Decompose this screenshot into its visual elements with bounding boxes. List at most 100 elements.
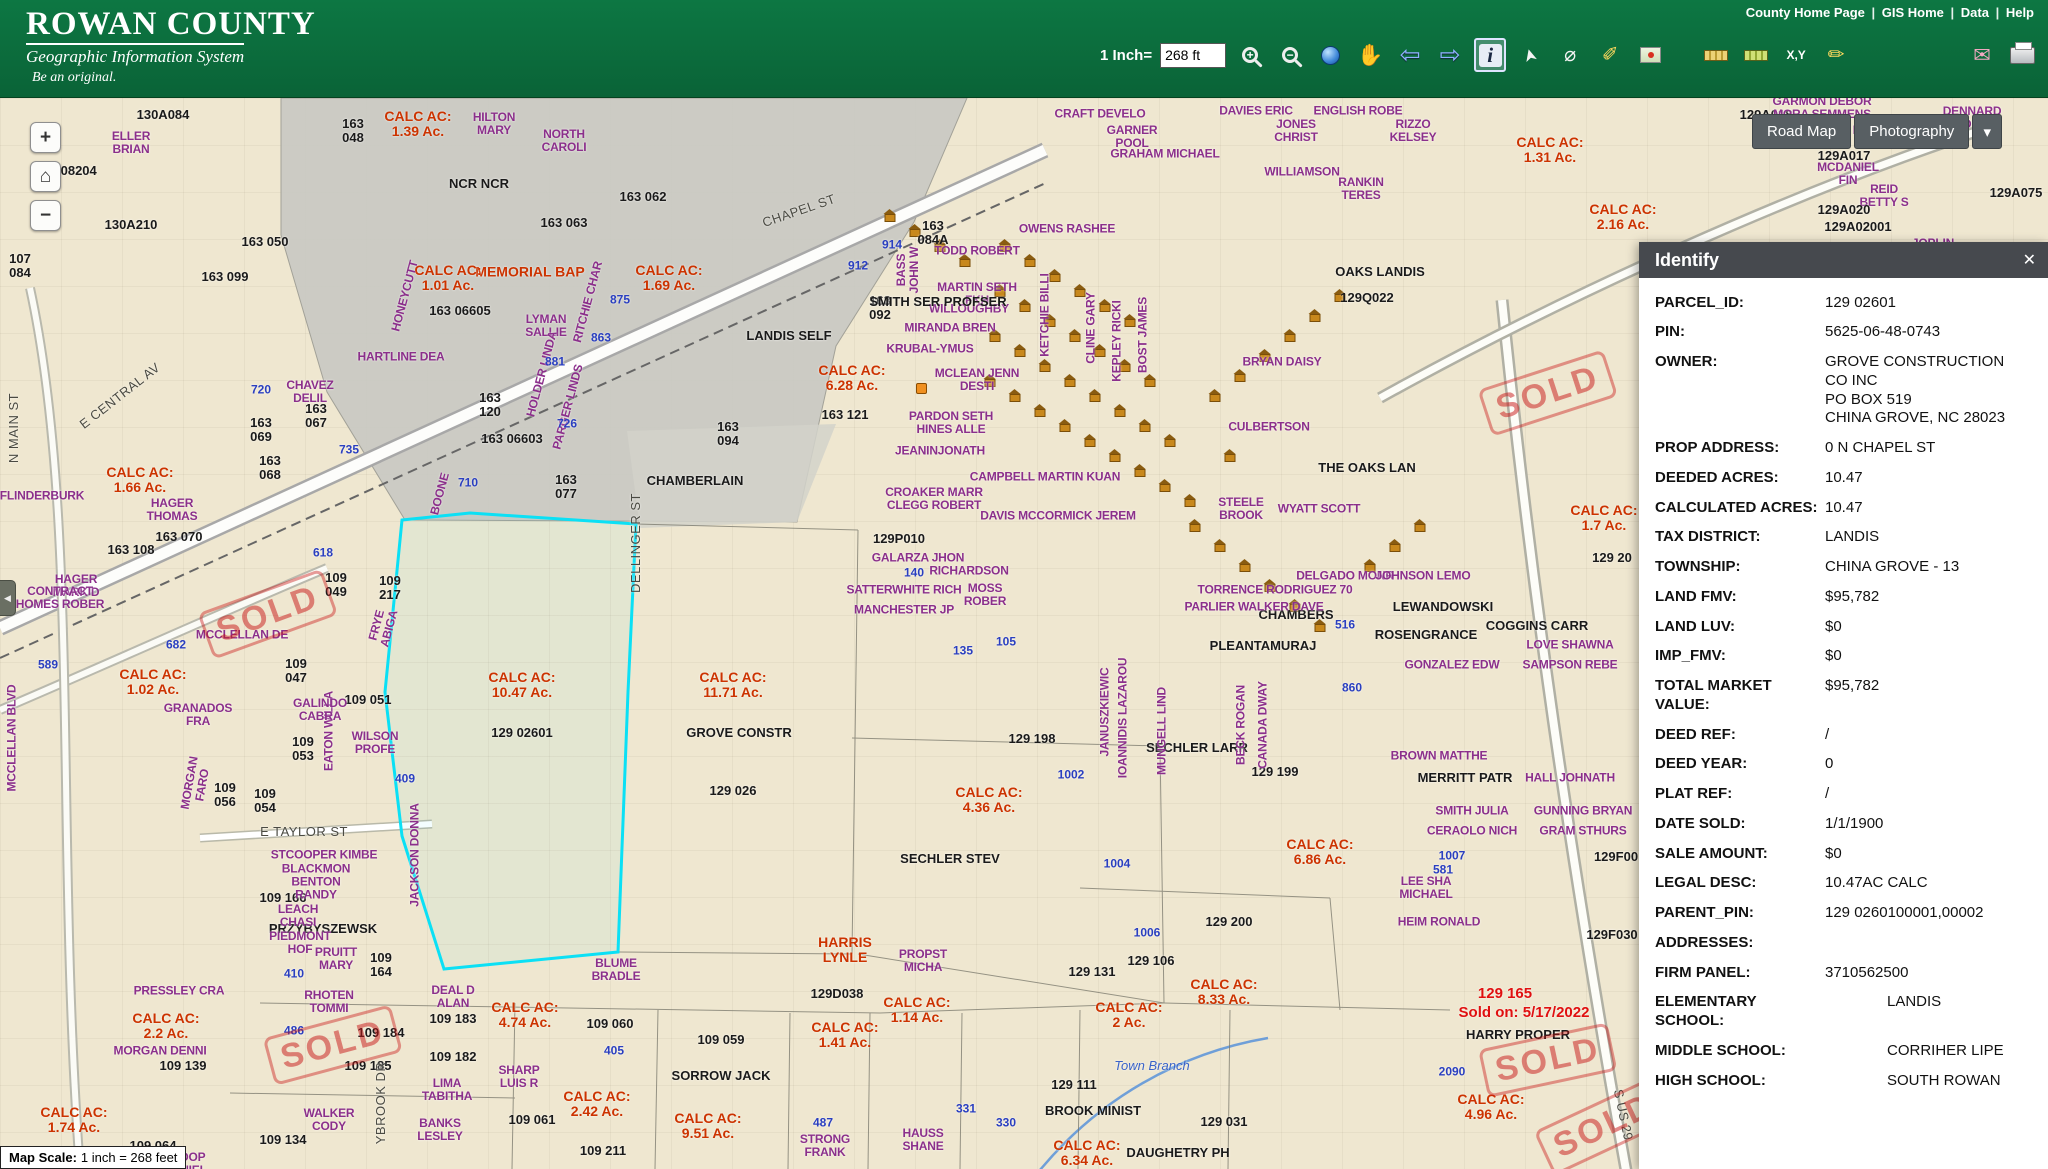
house-icon xyxy=(1040,364,1051,372)
pan-tool[interactable]: ✋ xyxy=(1354,38,1386,72)
map-label: PRUITT MARY xyxy=(315,946,357,972)
pointer-tool[interactable]: ➤ xyxy=(1514,38,1546,72)
identify-field-value: $0 xyxy=(1825,845,1842,864)
map-label: CALC AC: 4.74 Ac. xyxy=(491,1000,558,1030)
map-label: 163 068 xyxy=(259,454,281,482)
map-label: 710 xyxy=(458,477,478,490)
map-label: 129 131 xyxy=(1069,965,1116,979)
quick-link[interactable]: GIS Home xyxy=(1882,5,1944,20)
map-label: 129 165 xyxy=(1478,986,1532,1002)
map-label: 129F00 xyxy=(1594,850,1638,864)
identify-field-label: PROP ADDRESS: xyxy=(1655,439,1825,458)
map-label: WILLOUGHBY xyxy=(929,303,1009,316)
basemap-photography-button[interactable]: Photography xyxy=(1854,114,1969,149)
sidebar-collapse-tab[interactable]: ◀ xyxy=(0,580,16,616)
locate-map-tool[interactable] xyxy=(1634,38,1666,72)
identify-row: IMP_FMV:$0 xyxy=(1655,642,2034,672)
select-shape-tool[interactable]: ⌀ xyxy=(1554,38,1586,72)
map-label: 618 xyxy=(313,547,333,560)
map-label: GRANADOS FRA xyxy=(164,702,232,728)
basemap-dropdown-button[interactable]: ▾ xyxy=(1972,114,2002,149)
house-icon xyxy=(935,244,946,252)
toolbar: 1 Inch= +−✋⇦⇨i➤⌀✐X,Y✏✉ xyxy=(1100,22,2038,88)
quick-link[interactable]: Help xyxy=(2006,5,2034,20)
map-label: 109 164 xyxy=(370,951,392,979)
map-label: CALC AC: 1.7 Ac. xyxy=(1570,503,1637,533)
measure-distance-tool[interactable] xyxy=(1700,38,1732,72)
identify-field-value: 10.47 xyxy=(1825,499,1863,518)
map-label: LOVE SHAWNA xyxy=(1526,639,1613,652)
map-label: 109 139 xyxy=(160,1059,207,1073)
identify-tool[interactable]: i xyxy=(1474,38,1506,72)
map-label: HARTLINE DEA xyxy=(358,351,445,364)
previous-extent-tool[interactable]: ⇦ xyxy=(1394,38,1426,72)
draw-tool[interactable]: ✏ xyxy=(1820,38,1852,72)
close-icon[interactable]: ✕ xyxy=(2023,250,2036,270)
identify-row: ADDRESSES: xyxy=(1655,928,2034,958)
identify-field-label: DATE SOLD: xyxy=(1655,815,1825,834)
zoom-out-button[interactable]: − xyxy=(30,200,61,231)
map-label: CLINE GARY xyxy=(1085,292,1098,364)
email-tool[interactable]: ✉ xyxy=(1966,38,1998,72)
map-label: WILLIAMSON xyxy=(1264,166,1339,179)
identify-row: HIGH SCHOOL:SOUTH ROWAN xyxy=(1655,1066,2034,1096)
header-bar: ROWAN COUNTY Geographic Information Syst… xyxy=(0,0,2048,98)
map-label: 163 062 xyxy=(620,190,667,204)
map-label: 875 xyxy=(610,294,630,307)
map-label: PRZYBYSZEWSK xyxy=(269,922,377,936)
print-tool[interactable] xyxy=(2006,38,2038,72)
zoom-out-tool[interactable]: − xyxy=(1274,38,1306,72)
identify-icon: i xyxy=(1479,44,1502,67)
measure-tool[interactable]: ✐ xyxy=(1594,38,1626,72)
identify-row: PIN:5625-06-48-0743 xyxy=(1655,318,2034,348)
house-icon xyxy=(1265,584,1276,592)
selected-parcel-highlight[interactable] xyxy=(385,513,636,969)
pointer-icon: ➤ xyxy=(1520,46,1540,64)
map-label: PIEDMONT HOF xyxy=(269,930,331,956)
identify-field-label: PIN: xyxy=(1655,323,1825,342)
next-extent-tool[interactable]: ⇨ xyxy=(1434,38,1466,72)
full-extent-tool[interactable] xyxy=(1314,38,1346,72)
map-label: 682 xyxy=(166,639,186,652)
house-icon xyxy=(1315,624,1326,632)
zoom-in-button[interactable]: + xyxy=(30,122,61,153)
identify-panel: Identify ✕ PARCEL_ID:129 02601PIN:5625-0… xyxy=(1639,242,2048,1169)
map-label: HARRY PROPER xyxy=(1466,1028,1570,1042)
map-label: PROPST MICHA xyxy=(899,948,947,974)
basemap-road-map-button[interactable]: Road Map xyxy=(1752,114,1851,149)
measure-area-tool[interactable] xyxy=(1740,38,1772,72)
map-label: 109 047 xyxy=(285,657,307,685)
identify-field-label: PLAT REF: xyxy=(1655,785,1825,804)
identify-row: DEED REF:/ xyxy=(1655,720,2034,750)
map-label: 129D038 xyxy=(811,987,864,1001)
identify-field-label: PARENT_PIN: xyxy=(1655,904,1825,923)
map-label: 163 06603 xyxy=(481,432,542,446)
map-label: OWENS RASHEE xyxy=(1019,223,1115,236)
scale-input[interactable] xyxy=(1160,43,1226,68)
xy-coordinates-icon: X,Y xyxy=(1786,49,1805,61)
identify-row: PARENT_PIN:129 0260100001,00002 xyxy=(1655,899,2034,929)
map-label: MCCLELLAN DE xyxy=(196,629,288,642)
map-viewport[interactable]: 130A084ELLER BRIANA08204130A210107 08416… xyxy=(0,98,2048,1169)
county-logo[interactable]: ROWAN COUNTY Geographic Information Syst… xyxy=(26,6,316,86)
measure-distance-icon xyxy=(1704,50,1728,61)
house-icon xyxy=(885,214,896,222)
identify-field-label: FIRM PANEL: xyxy=(1655,964,1825,983)
xy-coordinates-tool[interactable]: X,Y xyxy=(1780,38,1812,72)
map-label: 589 xyxy=(38,659,58,672)
house-icon xyxy=(1060,424,1071,432)
house-icon xyxy=(1085,439,1096,447)
quick-link[interactable]: County Home Page xyxy=(1746,5,1865,20)
map-label: 860 xyxy=(1342,682,1362,695)
map-label: CROAKER MARR CLEGG ROBERT xyxy=(885,486,983,512)
zoom-in-tool[interactable]: + xyxy=(1234,38,1266,72)
map-label: 1004 xyxy=(1104,858,1131,871)
house-icon xyxy=(1260,354,1271,362)
map-label: 1006 xyxy=(1134,927,1161,940)
map-label: 109 183 xyxy=(430,1012,477,1026)
map-label: 163 099 xyxy=(202,270,249,284)
identify-row: PLAT REF:/ xyxy=(1655,780,2034,810)
house-icon xyxy=(1140,424,1151,432)
quick-link[interactable]: Data xyxy=(1961,5,1989,20)
home-extent-button[interactable]: ⌂ xyxy=(30,161,61,192)
